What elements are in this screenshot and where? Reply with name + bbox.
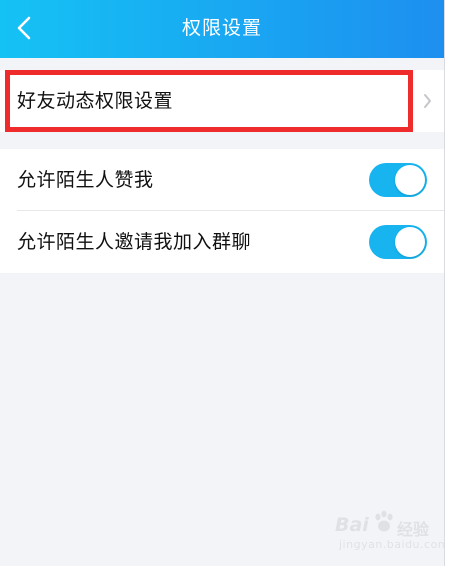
toggle-knob [395,165,425,195]
friend-feed-permission-label: 好友动态权限设置 [17,90,174,112]
settings-screen: 权限设置 好友动态权限设置 允许陌生人赞我 允许陌生人邀请我加入群聊 Bai 经… [0,0,444,566]
paw-icon [375,510,393,532]
friend-feed-section: 好友动态权限设置 [0,70,444,132]
stranger-permissions-section: 允许陌生人赞我 允许陌生人邀请我加入群聊 [0,149,444,273]
watermark-logo: Bai [335,514,369,536]
stranger-like-toggle[interactable] [369,163,427,197]
friend-feed-permission-row[interactable]: 好友动态权限设置 [0,70,444,132]
toggle-row-stranger-like: 允许陌生人赞我 [0,149,444,211]
stranger-group-invite-toggle[interactable] [369,225,427,259]
page-title: 权限设置 [181,17,262,39]
stranger-group-invite-label: 允许陌生人邀请我加入群聊 [17,231,252,253]
chevron-right-icon [424,94,431,108]
stranger-like-label: 允许陌生人赞我 [17,169,154,191]
watermark-text: 经验 [397,520,430,539]
nav-header: 权限设置 [0,0,444,58]
toggle-row-stranger-group-invite: 允许陌生人邀请我加入群聊 [0,211,444,273]
right-margin [444,0,454,566]
toggle-knob [395,227,425,257]
watermark-url: jingyan.baidu.com [339,538,444,551]
right-edge-line [444,0,445,566]
baidu-jingyan-watermark: Bai 经验 jingyan.baidu.com [335,508,444,556]
